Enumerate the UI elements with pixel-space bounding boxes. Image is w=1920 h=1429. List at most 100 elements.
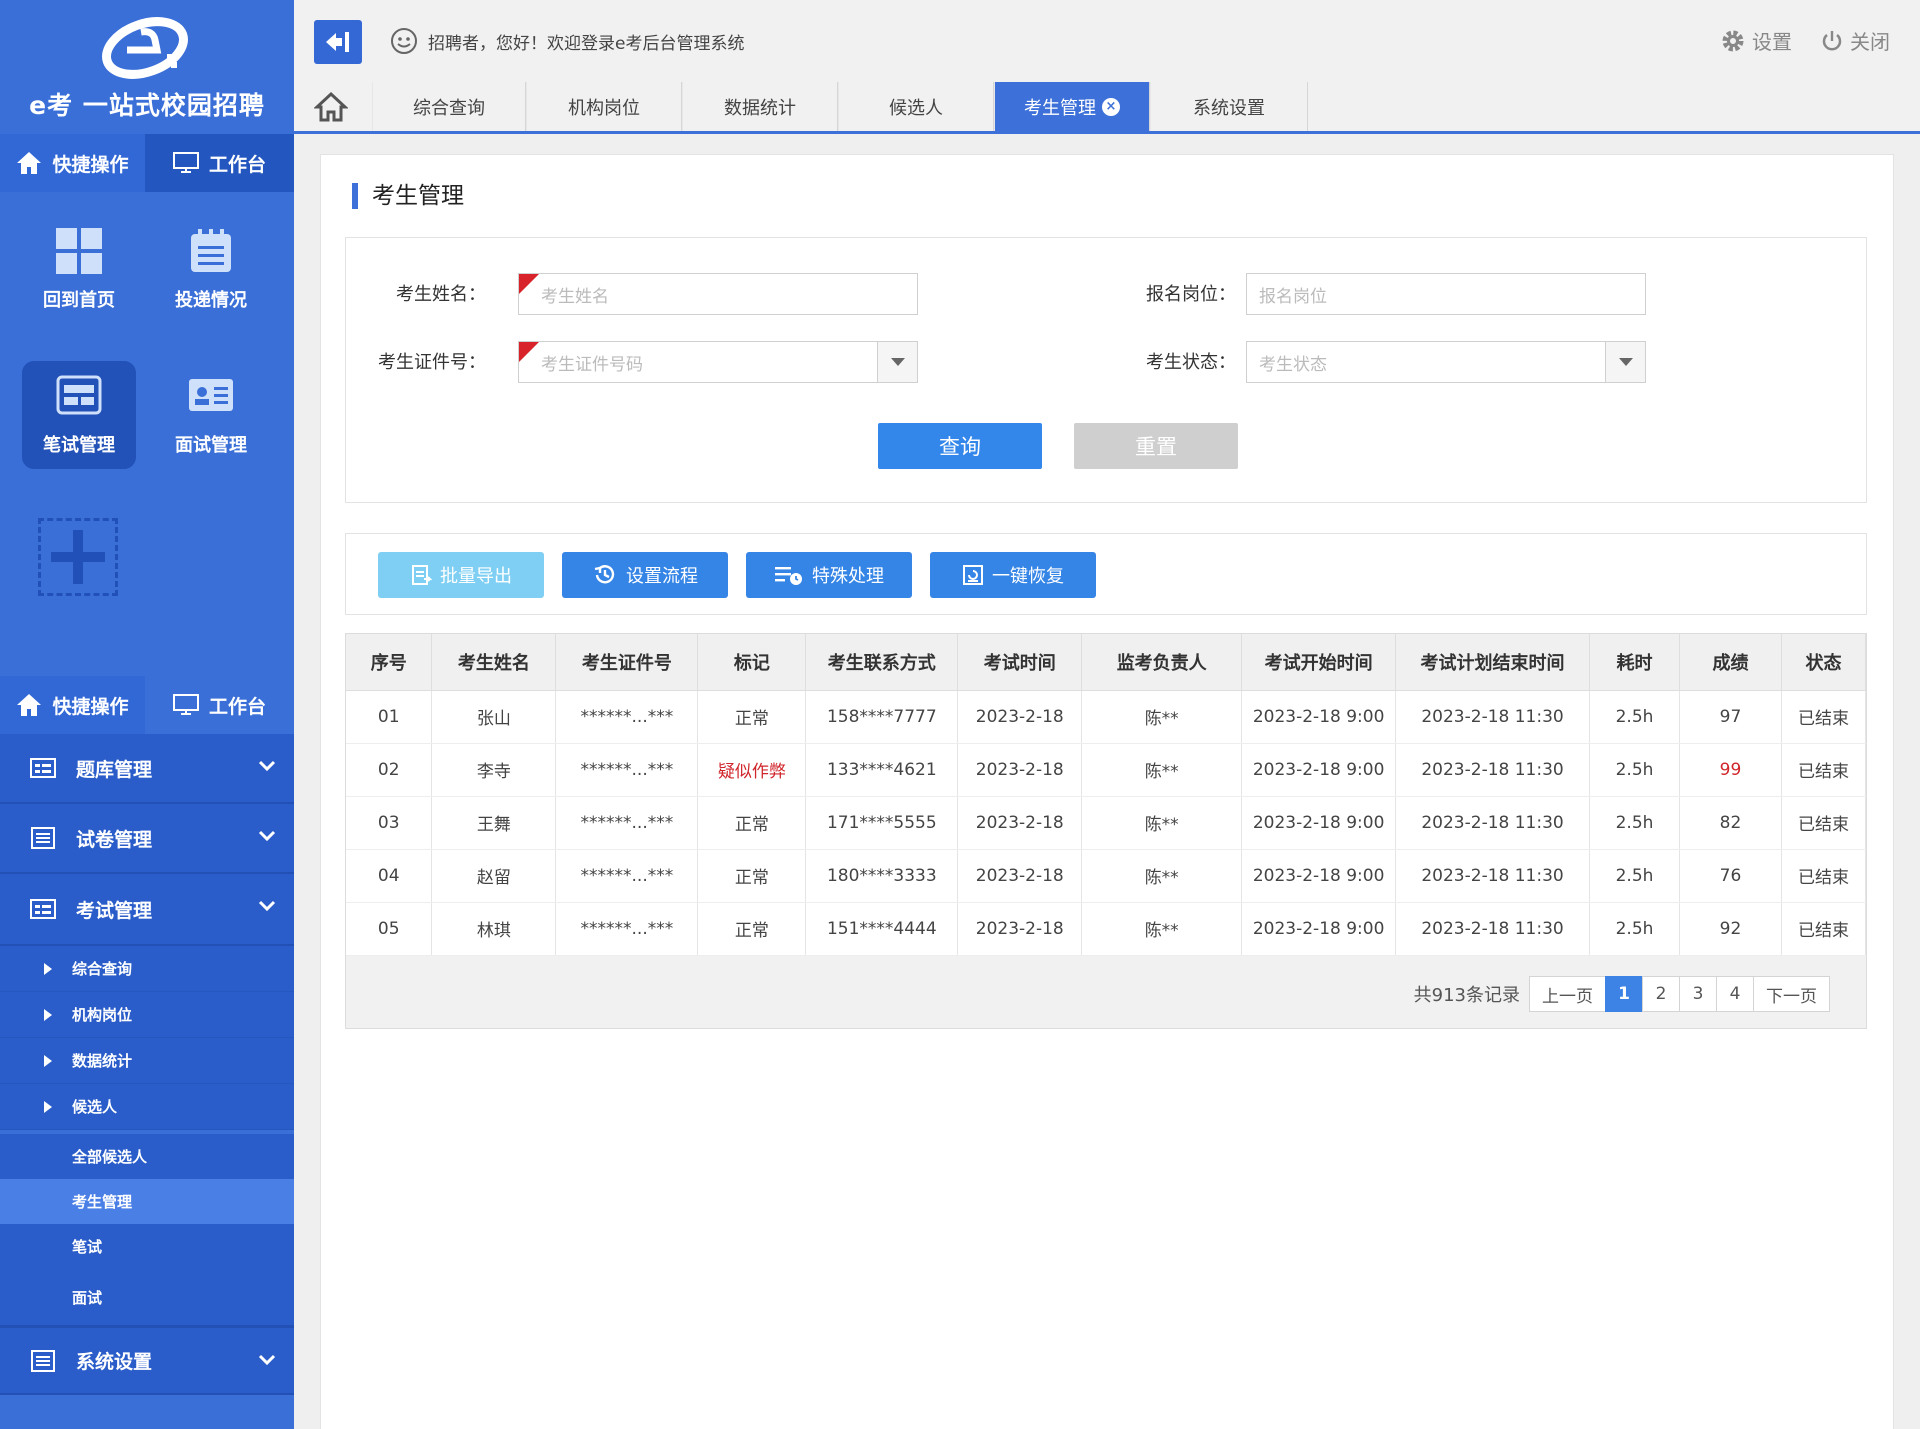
smiley-icon [391,28,417,54]
menu-question-bank[interactable]: 题库管理 [0,734,294,804]
tab-system-settings[interactable]: 系统设置 [1150,82,1308,131]
quick-delivery[interactable]: 投递情况 [154,216,268,324]
query-button[interactable]: 查询 [878,423,1042,469]
greeting-text: 招聘者，您好！欢迎登录e考后台管理系统 [428,33,745,54]
reset-button-label: 重置 [1135,435,1177,459]
table-cell: 97 [1679,690,1782,744]
column-header[interactable]: 标记 [697,634,807,691]
submenu-candidates[interactable]: 候选人 [0,1084,294,1130]
tab-examinee-management[interactable]: 考生管理 × [994,82,1150,131]
home-tab-icon[interactable] [314,90,348,124]
tab-quick-actions[interactable]: 快捷操作 [0,134,145,192]
name-input[interactable]: 考生姓名 [518,273,918,315]
post-input[interactable]: 报名岗位 [1246,273,1646,315]
table-cell: 82 [1679,796,1782,850]
column-header[interactable]: 考生姓名 [431,634,557,691]
submenu-org-posts[interactable]: 机构岗位 [0,992,294,1038]
prev-page-button[interactable]: 上一页 [1529,976,1606,1012]
brand-name: e考 一站式校园招聘 [29,91,265,120]
data-table: 序号 考生姓名 考生证件号 标记 考生联系方式 考试时间 监考负责人 考试开始时… [346,634,1867,956]
monitor-icon [172,694,199,715]
menu-paper[interactable]: 试卷管理 [0,804,294,874]
tab-quick-actions-2[interactable]: 快捷操作 [0,676,145,734]
column-header[interactable]: 状态 [1781,634,1867,691]
page-button[interactable]: 2 [1642,976,1680,1012]
table-row[interactable]: 03 王舞 ******...*** 正常 171****5555 2023-2… [346,796,1867,850]
quick-interview[interactable]: 面试管理 [154,361,268,469]
dropdown-arrow-icon[interactable] [1605,342,1645,382]
next-page-button[interactable]: 下一页 [1753,976,1830,1012]
exam-icon [56,375,102,415]
column-header[interactable]: 考生证件号 [555,634,699,691]
caret-right-icon [44,962,52,975]
one-click-restore-button[interactable]: 一键恢复 [930,552,1096,598]
tab-statistics[interactable]: 数据统计 [682,82,838,131]
id-select[interactable]: 考生证件号码 [518,341,918,383]
plus-icon [51,530,105,584]
one-click-restore-label: 一键恢复 [992,566,1064,587]
special-handling-button[interactable]: 特殊处理 [746,552,912,598]
page-button[interactable]: 3 [1679,976,1717,1012]
table-row[interactable]: 01 张山 ******...*** 正常 158****7777 2023-2… [346,690,1867,744]
quick-home[interactable]: 回到首页 [22,216,136,324]
table-cell: 2023-2-18 11:30 [1395,743,1591,797]
menu-system-settings[interactable]: 系统设置 [0,1325,294,1395]
submenu-overall-query[interactable]: 综合查询 [0,946,294,992]
table-cell: 01 [346,690,433,744]
column-header[interactable]: 序号 [346,634,433,691]
leaf-all-candidates[interactable]: 全部候选人 [0,1134,294,1179]
table-cell: 陈** [1081,743,1243,797]
table-cell: 已结束 [1781,902,1867,956]
quick-written-exam[interactable]: 笔试管理 [22,361,136,469]
page-button[interactable]: 4 [1716,976,1754,1012]
tab-candidates[interactable]: 候选人 [838,82,994,131]
table-cell: 2023-2-18 9:00 [1241,796,1397,850]
leaf-written[interactable]: 笔试 [0,1224,294,1269]
tab-workbench[interactable]: 工作台 [145,134,294,192]
column-header[interactable]: 考试时间 [957,634,1083,691]
batch-export-button[interactable]: 批量导出 [378,552,544,598]
post-input-placeholder: 报名岗位 [1259,286,1327,307]
tab-quick-actions-label: 快捷操作 [52,153,129,176]
page-button[interactable]: 1 [1605,976,1643,1012]
submenu-statistics[interactable]: 数据统计 [0,1038,294,1084]
table-cell: ******...*** [555,743,699,797]
menu-exam[interactable]: 考试管理 [0,874,294,946]
close-button[interactable]: 关闭 [1820,26,1890,55]
tab-statistics-label: 数据统计 [724,97,796,119]
settings-label: 设置 [1752,30,1792,54]
table-row[interactable]: 05 林琪 ******...*** 正常 151****4444 2023-2… [346,902,1867,956]
logo-icon [102,17,188,79]
column-header[interactable]: 考生联系方式 [805,634,959,691]
reset-button[interactable]: 重置 [1074,423,1238,469]
table-cell: 2.5h [1589,743,1680,797]
filter-panel: 考生姓名： 考生姓名 报名岗位： 报名岗位 考生证件号： 考生证件号码 考生状态… [345,237,1867,503]
close-label: 关闭 [1850,30,1890,54]
table-row[interactable]: 04 赵留 ******...*** 正常 180****3333 2023-2… [346,849,1867,903]
tab-org-posts[interactable]: 机构岗位 [526,82,682,131]
leaf-interview[interactable]: 面试 [0,1269,294,1325]
leaf-examinee-management[interactable]: 考生管理 [0,1179,294,1224]
tab-candidates-label: 候选人 [889,98,943,119]
column-header[interactable]: 考试计划结束时间 [1395,634,1591,691]
collapse-sidebar-button[interactable] [314,20,362,64]
status-select[interactable]: 考生状态 [1246,341,1646,383]
column-header[interactable]: 成绩 [1679,634,1782,691]
table-cell: 张山 [431,690,557,744]
tab-workbench-2[interactable]: 工作台 [145,676,294,734]
add-quick-action-button[interactable] [38,518,118,596]
table-row[interactable]: 02 李寺 ******...*** 疑似作弊 133****4621 2023… [346,743,1867,797]
column-header[interactable]: 监考负责人 [1081,634,1243,691]
column-header[interactable]: 考试开始时间 [1241,634,1397,691]
settings-button[interactable]: 设置 [1720,26,1792,55]
set-flow-button[interactable]: 设置流程 [562,552,728,598]
dropdown-arrow-icon[interactable] [877,342,917,382]
tab-overall-query[interactable]: 综合查询 [372,82,526,131]
sidebar-tabs-2: 快捷操作 工作台 [0,676,294,734]
id-select-placeholder: 考生证件号码 [541,354,643,375]
quick-written-exam-label: 笔试管理 [43,435,115,456]
close-tab-icon[interactable]: × [1102,97,1120,116]
name-input-placeholder: 考生姓名 [541,286,609,307]
column-header[interactable]: 耗时 [1589,634,1680,691]
toolbar: 批量导出 设置流程 特殊处理 一键恢复 [345,533,1867,615]
